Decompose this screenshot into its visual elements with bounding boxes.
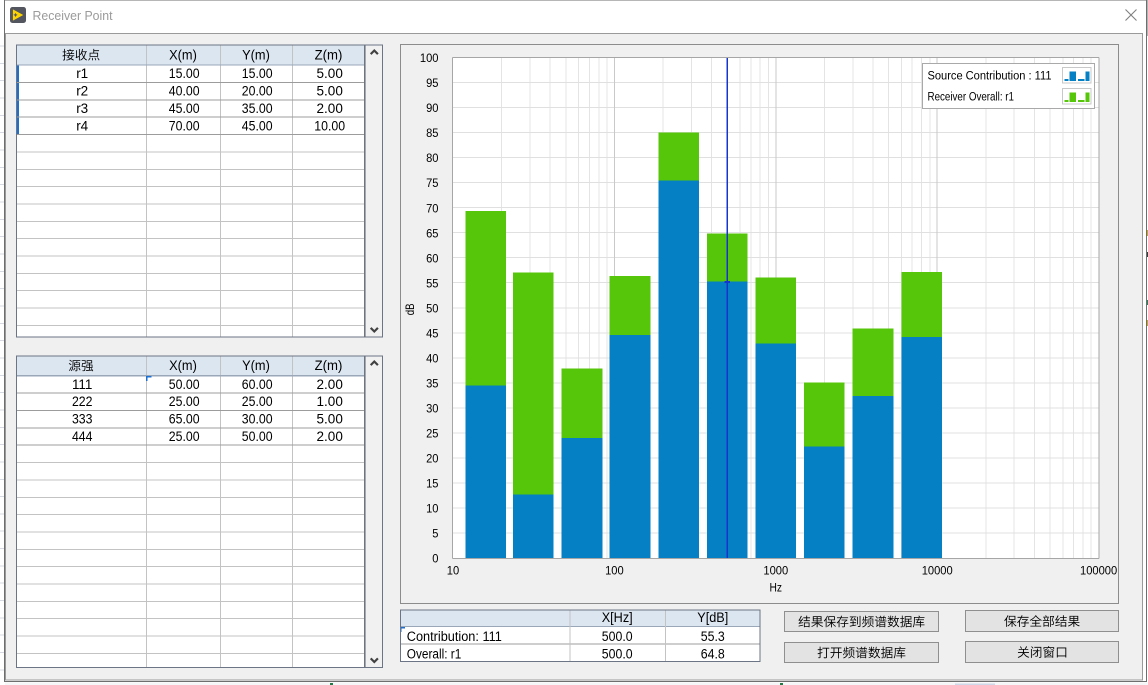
svg-text:100000: 100000 <box>1080 563 1117 577</box>
svg-text:5.00: 5.00 <box>317 84 343 99</box>
svg-text:Y(m): Y(m) <box>242 47 270 62</box>
svg-text:15: 15 <box>426 477 439 491</box>
svg-text:55: 55 <box>426 276 439 290</box>
svg-text:5: 5 <box>432 527 438 541</box>
svg-text:10000: 10000 <box>922 563 953 577</box>
svg-text:100: 100 <box>420 51 439 65</box>
svg-text:95: 95 <box>426 76 439 90</box>
svg-text:2.00: 2.00 <box>317 429 343 444</box>
svg-text:X(m): X(m) <box>169 358 197 373</box>
svg-text:r2: r2 <box>76 84 88 99</box>
svg-text:85: 85 <box>426 126 439 140</box>
svg-text:20.00: 20.00 <box>242 84 273 99</box>
svg-text:Y(m): Y(m) <box>242 358 270 373</box>
svg-text:Receiver Point: Receiver Point <box>33 8 113 23</box>
svg-text:Z(m): Z(m) <box>315 358 343 373</box>
svg-text:1000: 1000 <box>763 563 788 577</box>
svg-text:10: 10 <box>426 502 439 516</box>
svg-text:10.00: 10.00 <box>314 118 345 133</box>
svg-text:Y[dB]: Y[dB] <box>697 610 728 625</box>
svg-text:64.8: 64.8 <box>701 646 725 661</box>
svg-text:15.00: 15.00 <box>169 66 200 81</box>
svg-text:X[Hz]: X[Hz] <box>602 610 633 625</box>
svg-text:50.00: 50.00 <box>242 429 273 444</box>
svg-text:40: 40 <box>426 351 439 365</box>
svg-text:15.00: 15.00 <box>242 66 273 81</box>
svg-text:111: 111 <box>72 377 93 392</box>
svg-text:5.00: 5.00 <box>317 412 343 427</box>
svg-text:222: 222 <box>72 394 93 409</box>
svg-text:Overall: r1: Overall: r1 <box>407 646 462 661</box>
svg-text:30.00: 30.00 <box>242 412 273 427</box>
svg-text:r4: r4 <box>76 118 88 133</box>
svg-text:75: 75 <box>426 176 439 190</box>
svg-text:30: 30 <box>426 401 439 415</box>
svg-text:r3: r3 <box>76 101 88 116</box>
svg-text:45: 45 <box>426 326 439 340</box>
svg-text:50.00: 50.00 <box>169 377 200 392</box>
svg-text:Source Contribution : 111: Source Contribution : 111 <box>928 69 1052 83</box>
svg-text:Z(m): Z(m) <box>315 47 343 62</box>
svg-text:60.00: 60.00 <box>242 377 273 392</box>
svg-text:Contribution: 111: Contribution: 111 <box>407 629 502 644</box>
svg-text:20: 20 <box>426 452 439 466</box>
svg-text:55.3: 55.3 <box>701 629 725 644</box>
svg-text:100: 100 <box>605 563 624 577</box>
svg-text:0: 0 <box>432 552 438 566</box>
svg-text:r1: r1 <box>76 66 88 81</box>
svg-text:X(m): X(m) <box>169 47 197 62</box>
svg-text:dB: dB <box>403 303 417 315</box>
svg-text:50: 50 <box>426 301 439 315</box>
svg-text:333: 333 <box>72 412 93 427</box>
svg-text:500.0: 500.0 <box>602 629 633 644</box>
svg-text:90: 90 <box>426 101 439 115</box>
svg-text:45.00: 45.00 <box>169 101 200 116</box>
svg-text:70: 70 <box>426 201 439 215</box>
svg-text:80: 80 <box>426 151 439 165</box>
svg-text:1.00: 1.00 <box>317 394 343 409</box>
svg-text:45.00: 45.00 <box>242 118 273 133</box>
svg-text:2.00: 2.00 <box>317 101 343 116</box>
svg-text:10: 10 <box>447 563 460 577</box>
svg-text:Hz: Hz <box>770 582 783 594</box>
svg-text:Receiver Overall: r1: Receiver Overall: r1 <box>928 90 1015 104</box>
svg-text:25.00: 25.00 <box>242 394 273 409</box>
svg-text:25: 25 <box>426 426 439 440</box>
svg-text:60: 60 <box>426 251 439 265</box>
svg-text:25.00: 25.00 <box>169 429 200 444</box>
svg-text:35.00: 35.00 <box>242 101 273 116</box>
svg-text:70.00: 70.00 <box>169 118 200 133</box>
svg-text:5.00: 5.00 <box>317 66 343 81</box>
svg-text:65.00: 65.00 <box>169 412 200 427</box>
svg-text:25.00: 25.00 <box>169 394 200 409</box>
svg-text:2.00: 2.00 <box>317 377 343 392</box>
svg-text:500.0: 500.0 <box>602 646 633 661</box>
svg-text:35: 35 <box>426 376 439 390</box>
svg-text:444: 444 <box>72 429 93 444</box>
svg-text:40.00: 40.00 <box>169 84 200 99</box>
svg-text:65: 65 <box>426 226 439 240</box>
